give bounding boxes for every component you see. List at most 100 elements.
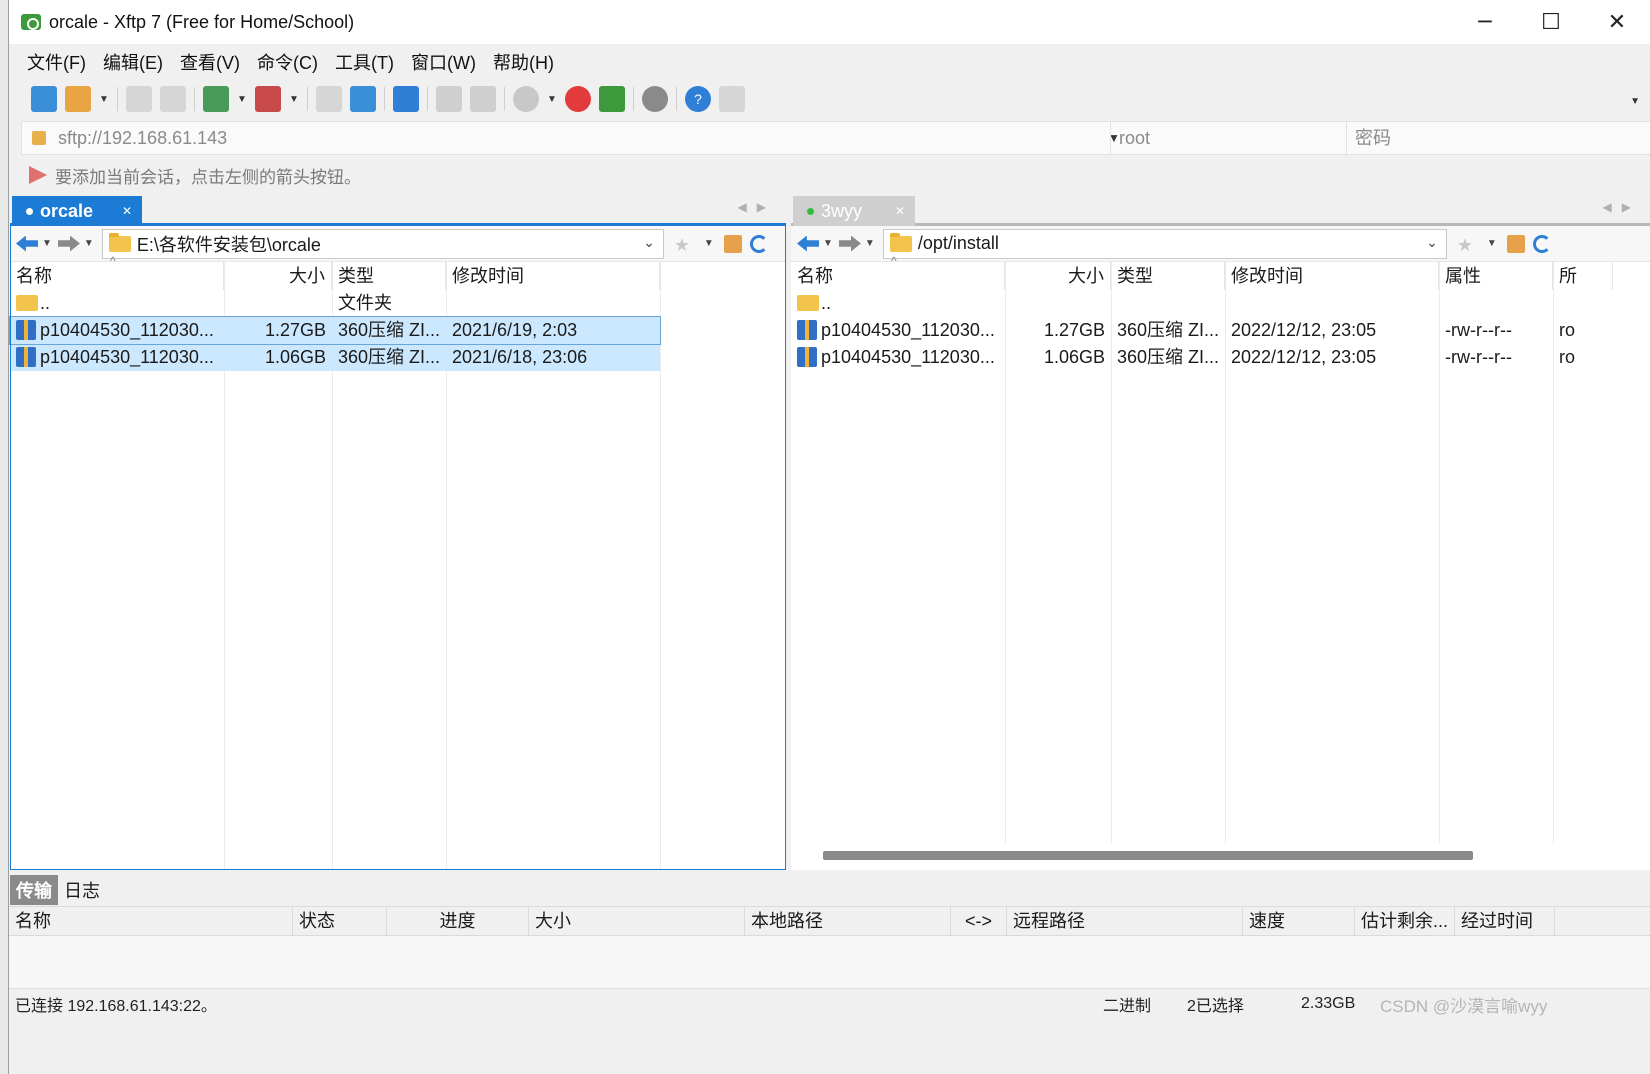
xcol-eta[interactable]: 估计剩余...: [1355, 907, 1455, 935]
table-row[interactable]: p10404530_112030... 1.27GB 360压缩 ZI... 2…: [791, 317, 1650, 344]
menu-command[interactable]: 命令(C): [257, 49, 318, 75]
transfer-mode[interactable]: 二进制: [1103, 992, 1151, 1016]
table-row[interactable]: ..: [791, 290, 1650, 317]
local-path-input[interactable]: E:\各软件安装包\orcale ⌄: [101, 228, 664, 259]
col-size[interactable]: 大小: [224, 262, 332, 290]
col-modified[interactable]: 修改时间: [1225, 262, 1439, 290]
xcol-name[interactable]: 名称: [9, 907, 293, 935]
col-type[interactable]: 类型: [332, 262, 446, 290]
col-name[interactable]: 名称: [10, 262, 224, 290]
gear-icon[interactable]: [642, 86, 668, 112]
col-attributes[interactable]: 属性: [1439, 262, 1553, 290]
minimize-button[interactable]: ─: [1452, 0, 1518, 44]
table-row[interactable]: p10404530_112030... 1.06GB 360压缩 ZI... 2…: [10, 344, 660, 371]
xcol-speed[interactable]: 速度: [1243, 907, 1355, 935]
paste-icon[interactable]: [470, 86, 496, 112]
sort-ascending-icon: ^: [110, 254, 116, 268]
tab-label: 3wyy: [821, 200, 863, 221]
encoding-dropdown-caret-icon[interactable]: ▼: [547, 94, 557, 105]
xcol-local-path[interactable]: 本地路径: [745, 907, 951, 935]
password-input[interactable]: 密码: [1346, 122, 1646, 154]
transfer-icon[interactable]: [350, 86, 376, 112]
local-path-text: E:\各软件安装包\orcale: [136, 234, 321, 255]
host-input[interactable]: sftp://192.168.61.143: [58, 128, 1108, 149]
encoding-icon[interactable]: [513, 86, 539, 112]
open-folder-icon[interactable]: [65, 86, 91, 112]
queue-dropdown-caret-icon[interactable]: ▼: [289, 94, 299, 105]
tab-transfer[interactable]: 传输: [10, 875, 58, 905]
menu-tools[interactable]: 工具(T): [335, 49, 394, 75]
xcol-elapsed[interactable]: 经过时间: [1455, 907, 1555, 935]
xcol-size[interactable]: 大小: [529, 907, 745, 935]
back-arrow-icon[interactable]: [16, 235, 38, 252]
copy-icon[interactable]: [436, 86, 462, 112]
add-session-arrow-icon[interactable]: [29, 166, 47, 184]
xcol-status[interactable]: 状态: [293, 907, 387, 935]
open-dropdown-caret-icon[interactable]: ▼: [99, 94, 109, 105]
horizontal-scrollbar[interactable]: [823, 851, 1473, 860]
refresh-icon[interactable]: [1532, 234, 1551, 253]
menu-file[interactable]: 文件(F): [27, 49, 86, 75]
xcol-direction[interactable]: <->: [951, 907, 1007, 935]
path-dropdown-chevron-icon[interactable]: ⌄: [643, 234, 655, 251]
table-row[interactable]: p10404530_112030... 1.27GB 360压缩 ZI... 2…: [9, 316, 661, 345]
local-tabbar: orcale ✕ ◀▶: [10, 196, 786, 226]
xcol-remote-path[interactable]: 远程路径: [1007, 907, 1243, 935]
properties-icon[interactable]: [203, 86, 229, 112]
remote-path-input[interactable]: /opt/install ⌄: [882, 228, 1447, 259]
favorites-dropdown-icon[interactable]: ▼: [704, 238, 714, 249]
disconnect-icon[interactable]: [160, 86, 186, 112]
close-button[interactable]: ✕: [1584, 0, 1650, 44]
properties-dropdown-caret-icon[interactable]: ▼: [237, 94, 247, 105]
tab-close-icon[interactable]: ✕: [122, 204, 132, 218]
forward-dropdown-icon[interactable]: ▼: [84, 238, 94, 249]
home-folder-icon[interactable]: [723, 234, 742, 253]
toolbar-overflow-icon[interactable]: ▼: [1630, 96, 1640, 107]
tab-scroll-arrows-icon[interactable]: ◀▶: [1603, 200, 1641, 214]
new-session-icon[interactable]: [31, 86, 57, 112]
forward-arrow-icon[interactable]: [838, 235, 861, 252]
forward-arrow-icon[interactable]: [57, 235, 80, 252]
tab-local-orcale[interactable]: orcale ✕: [12, 196, 142, 226]
maximize-button[interactable]: ☐: [1518, 0, 1584, 44]
queue-icon[interactable]: [255, 86, 281, 112]
tab-close-icon[interactable]: ✕: [895, 204, 905, 218]
home-folder-icon[interactable]: [1506, 234, 1525, 253]
star-icon[interactable]: ★: [674, 235, 692, 255]
sync-arrows-icon[interactable]: [393, 86, 419, 112]
connected-status-dot-icon: [807, 207, 814, 215]
help-icon[interactable]: ?: [685, 86, 711, 112]
menu-window[interactable]: 窗口(W): [411, 49, 476, 75]
tab-log[interactable]: 日志: [58, 875, 106, 905]
tab-remote-3wyy[interactable]: 3wyy ✕: [793, 196, 915, 226]
connect-icon[interactable]: [126, 86, 152, 112]
remote-grid-header: 名称 大小 类型 修改时间 属性 所: [791, 262, 1613, 290]
back-dropdown-icon[interactable]: ▼: [823, 238, 833, 249]
col-type[interactable]: 类型: [1111, 262, 1225, 290]
col-name[interactable]: 名称: [791, 262, 1005, 290]
chat-icon[interactable]: [719, 86, 745, 112]
zip-archive-icon: [16, 320, 36, 340]
table-row[interactable]: .. 文件夹: [10, 290, 660, 317]
favorites-dropdown-icon[interactable]: ▼: [1487, 238, 1497, 249]
menu-view[interactable]: 查看(V): [180, 49, 240, 75]
back-dropdown-icon[interactable]: ▼: [42, 238, 52, 249]
forward-dropdown-icon[interactable]: ▼: [865, 238, 875, 249]
menu-bar: 文件(F) 编辑(E) 查看(V) 命令(C) 工具(T) 窗口(W) 帮助(H…: [9, 44, 1650, 80]
col-size[interactable]: 大小: [1005, 262, 1111, 290]
menu-help[interactable]: 帮助(H): [493, 49, 554, 75]
xshell-icon[interactable]: [565, 86, 591, 112]
back-arrow-icon[interactable]: [797, 235, 819, 252]
xftp-icon[interactable]: [599, 86, 625, 112]
table-row[interactable]: p10404530_112030... 1.06GB 360压缩 ZI... 2…: [791, 344, 1650, 371]
refresh-icon[interactable]: [749, 234, 768, 253]
username-input[interactable]: root: [1110, 122, 1346, 154]
col-owner[interactable]: 所: [1553, 262, 1613, 290]
path-dropdown-chevron-icon[interactable]: ⌄: [1426, 234, 1438, 251]
menu-edit[interactable]: 编辑(E): [103, 49, 163, 75]
star-icon[interactable]: ★: [1457, 235, 1475, 255]
upload-icon[interactable]: [316, 86, 342, 112]
xcol-progress[interactable]: 进度: [387, 907, 529, 935]
col-modified[interactable]: 修改时间: [446, 262, 660, 290]
tab-scroll-arrows-icon[interactable]: ◀▶: [738, 200, 776, 214]
